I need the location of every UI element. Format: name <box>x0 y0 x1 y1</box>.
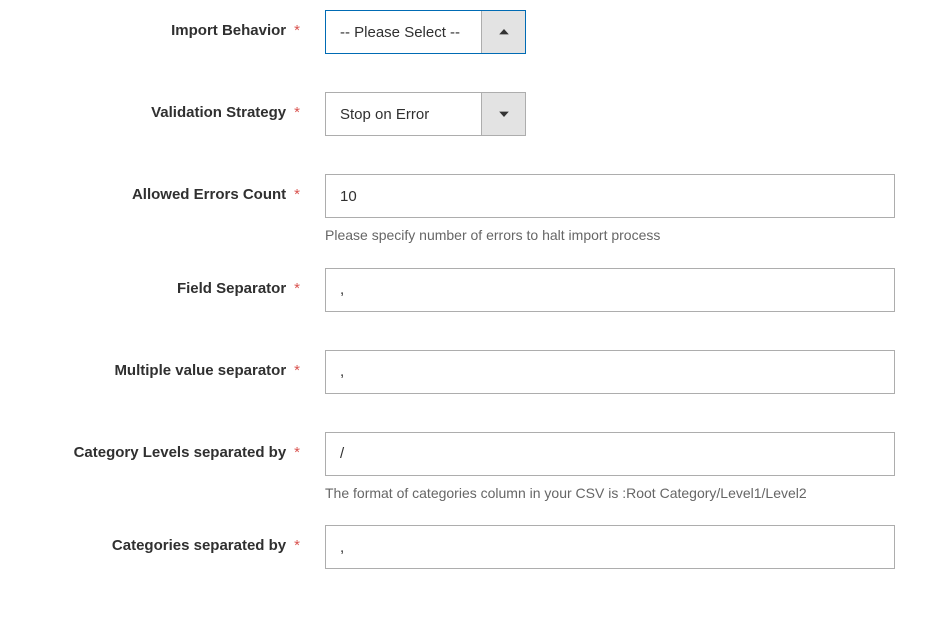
required-mark: * <box>294 280 300 297</box>
import-behavior-label: Import Behavior <box>171 22 286 39</box>
row-import-behavior: Import Behavior * -- Please Select -- <box>20 10 905 54</box>
row-validation-strategy: Validation Strategy * Stop on Error <box>20 92 905 136</box>
label-col: Category Levels separated by * <box>20 432 310 461</box>
import-settings-form: Import Behavior * -- Please Select -- Va… <box>20 10 905 569</box>
row-category-levels-sep: Category Levels separated by * The forma… <box>20 432 905 516</box>
input-col <box>310 268 895 312</box>
input-col: The format of categories column in your … <box>310 432 895 516</box>
multiple-separator-input[interactable] <box>325 350 895 394</box>
chevron-up-icon <box>498 26 510 38</box>
validation-strategy-select[interactable]: Stop on Error <box>325 92 526 136</box>
label-col: Multiple value separator * <box>20 350 310 379</box>
category-levels-sep-help: The format of categories column in your … <box>325 484 895 504</box>
label-col: Field Separator * <box>20 268 310 297</box>
required-mark: * <box>294 104 300 121</box>
category-levels-sep-input[interactable] <box>325 432 895 476</box>
label-col: Validation Strategy * <box>20 92 310 121</box>
input-col: Please specify number of errors to halt … <box>310 174 895 258</box>
row-field-separator: Field Separator * <box>20 268 905 312</box>
allowed-errors-input[interactable] <box>325 174 895 218</box>
categories-sep-label: Categories separated by <box>112 537 286 554</box>
input-col <box>310 525 895 569</box>
multiple-separator-label: Multiple value separator <box>114 362 286 379</box>
input-col: Stop on Error <box>310 92 895 136</box>
field-separator-input[interactable] <box>325 268 895 312</box>
label-col: Import Behavior * <box>20 10 310 39</box>
required-mark: * <box>294 22 300 39</box>
validation-strategy-value: Stop on Error <box>326 93 481 135</box>
category-levels-sep-label: Category Levels separated by <box>74 444 287 461</box>
required-mark: * <box>294 444 300 461</box>
categories-sep-input[interactable] <box>325 525 895 569</box>
required-mark: * <box>294 537 300 554</box>
dropdown-arrow <box>481 93 525 135</box>
required-mark: * <box>294 186 300 203</box>
row-allowed-errors: Allowed Errors Count * Please specify nu… <box>20 174 905 258</box>
label-col: Allowed Errors Count * <box>20 174 310 203</box>
import-behavior-value: -- Please Select -- <box>326 11 481 53</box>
field-separator-label: Field Separator <box>177 280 286 297</box>
row-categories-sep: Categories separated by * <box>20 525 905 569</box>
label-col: Categories separated by * <box>20 525 310 554</box>
allowed-errors-label: Allowed Errors Count <box>132 186 286 203</box>
row-multiple-separator: Multiple value separator * <box>20 350 905 394</box>
dropdown-arrow <box>481 11 525 53</box>
input-col: -- Please Select -- <box>310 10 895 54</box>
allowed-errors-help: Please specify number of errors to halt … <box>325 226 895 246</box>
required-mark: * <box>294 362 300 379</box>
validation-strategy-label: Validation Strategy <box>151 104 286 121</box>
chevron-down-icon <box>498 108 510 120</box>
import-behavior-select[interactable]: -- Please Select -- <box>325 10 526 54</box>
input-col <box>310 350 895 394</box>
